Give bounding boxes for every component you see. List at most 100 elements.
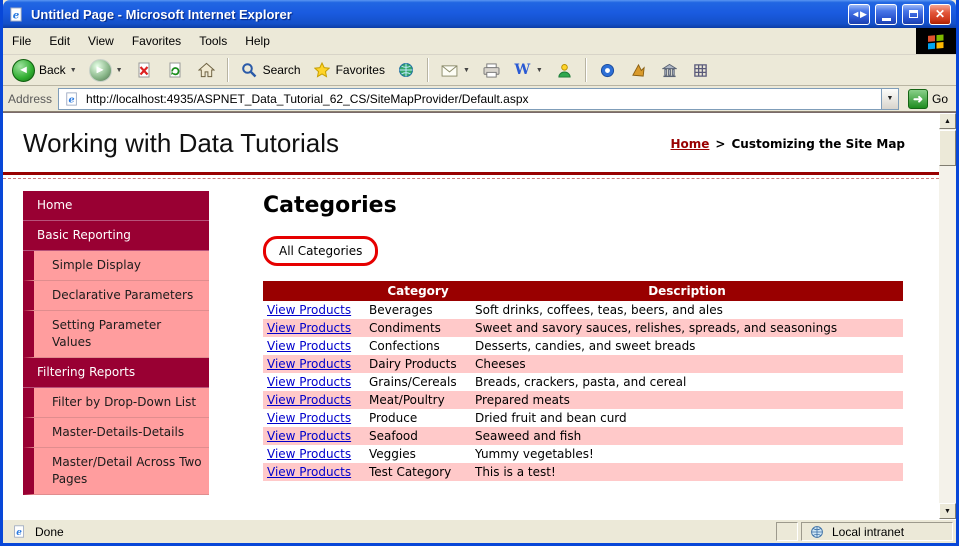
ie-page-icon: e (62, 90, 81, 108)
table-row: View Products Seafood Seaweed and fish (263, 427, 903, 445)
favorites-star-icon (313, 61, 332, 79)
word-icon: W (514, 62, 531, 78)
description-cell: Desserts, candies, and sweet breads (475, 339, 696, 353)
menu-favorites[interactable]: Favorites (123, 28, 190, 54)
view-products-link[interactable]: View Products (267, 303, 351, 317)
grid-addon-button[interactable] (686, 59, 715, 81)
category-cell: Meat/Poultry (365, 391, 471, 409)
breadcrumb-current: Customizing the Site Map (731, 136, 905, 151)
vertical-scrollbar[interactable]: ▲ ▼ (939, 113, 956, 519)
ie-page-icon: e (7, 5, 26, 23)
toolbar: ◄ Back ▼ ► ▼ Search Favorites ▼ W ▼ (3, 55, 956, 86)
forward-button[interactable]: ► ▼ (84, 57, 128, 84)
all-categories-label: All Categories (263, 236, 379, 266)
tools-addon-button[interactable] (624, 59, 653, 81)
category-cell: Seafood (365, 427, 471, 445)
scroll-track[interactable] (939, 167, 956, 503)
toolbar-separator (226, 58, 229, 82)
search-button[interactable]: Search (235, 59, 306, 81)
tools-addon-icon (629, 61, 648, 79)
view-products-cell: View Products (263, 445, 365, 463)
back-dropdown-icon[interactable]: ▼ (70, 67, 77, 74)
sidebar-item-master-detail-across-two-pages[interactable]: Master/Detail Across Two Pages (23, 448, 209, 495)
description-cell: Sweet and savory sauces, relishes, sprea… (471, 319, 903, 337)
minimize-button[interactable] (875, 3, 897, 25)
table-row: View Products Grains/Cereals Breads, cra… (263, 373, 903, 391)
go-button[interactable]: ➜ Go (905, 88, 951, 109)
bank-addon-icon (660, 61, 679, 79)
sidebar-item-setting-parameter-values[interactable]: Setting Parameter Values (23, 311, 209, 358)
close-button[interactable]: ✕ (929, 3, 951, 25)
view-products-link[interactable]: View Products (267, 411, 351, 425)
edit-dropdown-icon[interactable]: ▼ (536, 67, 543, 74)
view-products-link[interactable]: View Products (267, 321, 351, 335)
stop-button[interactable] (130, 59, 159, 81)
security-zone-pane: Local intranet (801, 522, 953, 541)
menu-help[interactable]: Help (236, 28, 279, 54)
menu-tools[interactable]: Tools (190, 28, 236, 54)
title-bar: e Untitled Page - Microsoft Internet Exp… (3, 0, 956, 28)
category-cell: Test Category (365, 463, 471, 481)
breadcrumb-home-link[interactable]: Home (670, 137, 709, 151)
view-products-link[interactable]: View Products (267, 339, 351, 353)
status-bar: e Done Local intranet (3, 519, 956, 543)
view-products-link[interactable]: View Products (267, 357, 351, 371)
menu-edit[interactable]: Edit (40, 28, 79, 54)
window-switch-button[interactable]: ◄▶ (848, 3, 870, 25)
back-button[interactable]: ◄ Back ▼ (7, 57, 82, 84)
description-cell: Cheeses (471, 355, 903, 373)
refresh-button[interactable] (161, 59, 190, 81)
sidebar-item-filter-by-dropdown-list[interactable]: Filter by Drop-Down List (23, 388, 209, 418)
empty-column-header (263, 281, 365, 301)
description-cell: Yummy vegetables! (475, 447, 594, 461)
table-row: View Products Produce Dried fruit and be… (263, 409, 903, 427)
search-icon (240, 61, 259, 79)
window-title: Untitled Page - Microsoft Internet Explo… (31, 6, 292, 22)
security-zone-text: Local intranet (832, 524, 905, 539)
go-arrow-icon: ➜ (907, 88, 928, 109)
view-products-link[interactable]: View Products (267, 465, 351, 479)
media-addon-button[interactable] (593, 59, 622, 81)
mail-button[interactable]: ▼ (435, 59, 475, 81)
forward-icon: ► (88, 58, 112, 82)
svg-text:e: e (13, 9, 20, 21)
view-products-cell: View Products (263, 391, 365, 409)
home-button[interactable] (192, 59, 221, 81)
table-row: View Products Test Category This is a te… (263, 463, 903, 481)
view-products-link[interactable]: View Products (267, 429, 351, 443)
menu-file[interactable]: File (3, 28, 40, 54)
address-dropdown-icon[interactable]: ▼ (880, 88, 898, 109)
view-products-cell: View Products (263, 319, 365, 337)
scroll-down-icon[interactable]: ▼ (939, 503, 956, 519)
favorites-button[interactable]: Favorites (308, 59, 390, 81)
sidebar-item-declarative-parameters[interactable]: Declarative Parameters (23, 281, 209, 311)
view-products-link[interactable]: View Products (267, 375, 351, 389)
sidebar-item-filtering-reports[interactable]: Filtering Reports (23, 358, 209, 388)
scroll-thumb[interactable] (939, 130, 956, 166)
description-cell: Seaweed and fish (471, 427, 903, 445)
stop-icon (135, 61, 154, 79)
sidebar-item-home[interactable]: Home (23, 191, 209, 221)
address-input[interactable] (84, 88, 878, 109)
media-button[interactable] (392, 59, 421, 81)
category-cell: Produce (369, 411, 418, 425)
edit-with-word-button[interactable]: W ▼ (508, 59, 548, 81)
view-products-link[interactable]: View Products (267, 393, 351, 407)
menu-view[interactable]: View (79, 28, 123, 54)
sidebar-item-simple-display[interactable]: Simple Display (23, 251, 209, 281)
print-button[interactable] (477, 59, 506, 81)
messenger-button[interactable] (550, 59, 579, 81)
mail-dropdown-icon[interactable]: ▼ (463, 67, 470, 74)
bank-addon-button[interactable] (655, 59, 684, 81)
menu-bar: File Edit View Favorites Tools Help (3, 28, 956, 55)
sidebar-item-basic-reporting[interactable]: Basic Reporting (23, 221, 209, 251)
maximize-button[interactable] (902, 3, 924, 25)
category-cell: Dairy Products (365, 355, 471, 373)
refresh-icon (166, 61, 185, 79)
forward-dropdown-icon[interactable]: ▼ (116, 67, 123, 74)
sidebar-item-master-details-details[interactable]: Master-Details-Details (23, 418, 209, 448)
view-products-link[interactable]: View Products (267, 447, 351, 461)
category-column-header: Category (365, 281, 471, 301)
scroll-up-icon[interactable]: ▲ (939, 113, 956, 129)
browser-window: e Untitled Page - Microsoft Internet Exp… (0, 0, 959, 546)
